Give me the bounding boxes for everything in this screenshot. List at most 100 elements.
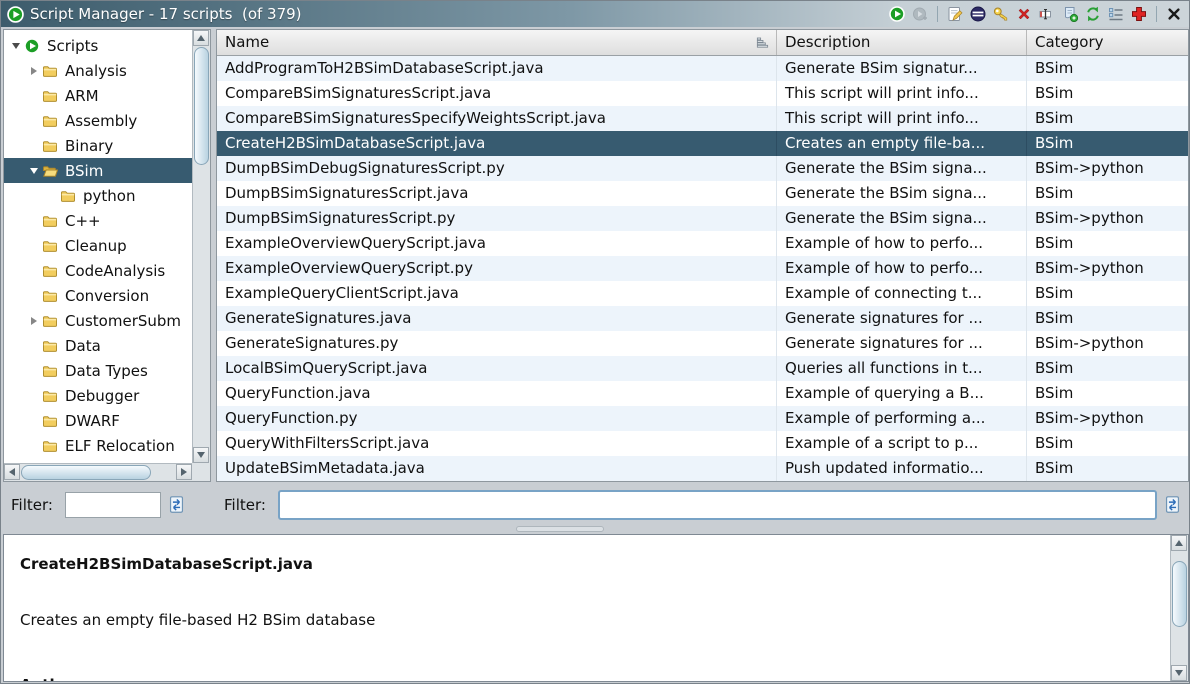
cell-description: Generate signatures for ... — [777, 331, 1027, 356]
cell-name: DumpBSimDebugSignaturesScript.py — [217, 156, 777, 181]
column-header-description[interactable]: Description — [777, 30, 1027, 55]
scroll-right-button[interactable] — [176, 464, 192, 480]
scroll-left-button[interactable] — [4, 464, 20, 480]
table-row-examplequeryclientscript-java[interactable]: ExampleQueryClientScript.javaExample of … — [217, 281, 1188, 306]
scroll-up-button[interactable] — [193, 30, 209, 46]
delete-script-icon[interactable] — [1015, 5, 1033, 23]
sort-ascending-icon — [755, 35, 770, 50]
table-row-updatebsimmetadata-java[interactable]: UpdateBSimMetadata.javaPush updated info… — [217, 456, 1188, 481]
table-row-dumpbsimsignaturesscript-java[interactable]: DumpBSimSignaturesScript.javaGenerate th… — [217, 181, 1188, 206]
table-row-dumpbsimdebugsignaturesscript-py[interactable]: DumpBSimDebugSignaturesScript.pyGenerate… — [217, 156, 1188, 181]
toolbar-separator — [1156, 6, 1157, 22]
table-row-generatesignatures-py[interactable]: GenerateSignatures.pyGenerate signatures… — [217, 331, 1188, 356]
cell-name: CompareBSimSignaturesScript.java — [217, 81, 777, 106]
tree-item-debugger[interactable]: Debugger — [4, 383, 192, 408]
tree-item-scripts[interactable]: Scripts — [4, 33, 192, 58]
folder-closed-icon — [42, 438, 60, 454]
tree-item-data-types[interactable]: Data Types — [4, 358, 192, 383]
tree-item-cleanup[interactable]: Cleanup — [4, 233, 192, 258]
titlebar: Script Manager - 17 scripts (of 379) — [1, 1, 1189, 27]
tree-horizontal-scrollbar[interactable] — [4, 463, 192, 481]
tree-item-dwarf[interactable]: DWARF — [4, 408, 192, 433]
column-header-name[interactable]: Name — [217, 30, 777, 55]
expand-expander-icon[interactable] — [26, 317, 41, 325]
cell-name: GenerateSignatures.java — [217, 306, 777, 331]
scripts-root-icon — [24, 38, 42, 54]
table-row-comparebsimsignaturesspecifyweightsscript-java[interactable]: CompareBSimSignaturesSpecifyWeightsScrip… — [217, 106, 1188, 131]
tree-item-assembly[interactable]: Assembly — [4, 108, 192, 133]
scroll-up-button[interactable] — [1171, 535, 1187, 551]
tree-vertical-scrollbar[interactable] — [192, 30, 210, 463]
column-header-label: Description — [785, 33, 870, 51]
tree-item-label: BSim — [65, 162, 103, 180]
table-row-generatesignatures-java[interactable]: GenerateSignatures.javaGenerate signatur… — [217, 306, 1188, 331]
tree-filter-input[interactable] — [65, 492, 161, 518]
tree-item-label: C++ — [65, 212, 101, 230]
details-vscroll-thumb[interactable] — [1172, 561, 1187, 627]
script-table-panel: Name Description Category AddProgramToH2… — [216, 29, 1189, 482]
cell-category: BSim — [1027, 231, 1188, 256]
tree-item-data[interactable]: Data — [4, 333, 192, 358]
folder-closed-icon — [42, 213, 60, 229]
table-row-dumpbsimsignaturesscript-py[interactable]: DumpBSimSignaturesScript.pyGenerate the … — [217, 206, 1188, 231]
tree-item-codeanalysis[interactable]: CodeAnalysis — [4, 258, 192, 283]
collapse-expander-icon[interactable] — [8, 43, 23, 49]
column-header-category[interactable]: Category — [1027, 30, 1188, 55]
table-row-addprogramtoh2bsimdatabasescript-java[interactable]: AddProgramToH2BSimDatabaseScript.javaGen… — [217, 56, 1188, 81]
tree-item-conversion[interactable]: Conversion — [4, 283, 192, 308]
filter-options-icon[interactable] — [167, 495, 187, 515]
tree-item-bsim[interactable]: BSim — [4, 158, 192, 183]
folder-closed-icon — [42, 313, 60, 329]
cell-description: Push updated informatio... — [777, 456, 1027, 481]
cell-description: Example of connecting t... — [777, 281, 1027, 306]
cell-name: QueryFunction.java — [217, 381, 777, 406]
close-icon[interactable] — [1165, 5, 1183, 23]
edit-script-icon[interactable] — [946, 5, 964, 23]
cell-name: QueryFunction.py — [217, 406, 777, 431]
cell-category: BSim->python — [1027, 256, 1188, 281]
cell-description: Generate BSim signatur... — [777, 56, 1027, 81]
cell-category: BSim — [1027, 356, 1188, 381]
eclipse-icon[interactable] — [969, 5, 987, 23]
cell-category: BSim — [1027, 381, 1188, 406]
tree-item-customersubm[interactable]: CustomerSubm — [4, 308, 192, 333]
tree-item-arm[interactable]: ARM — [4, 83, 192, 108]
filter-options-icon[interactable] — [1163, 495, 1183, 515]
tree-item-label: ELF Relocation — [65, 437, 175, 455]
details-vertical-scrollbar[interactable] — [1170, 535, 1188, 681]
cell-description: Example of performing a... — [777, 406, 1027, 431]
key-binding-icon[interactable] — [992, 5, 1010, 23]
rename-script-icon[interactable] — [1038, 5, 1056, 23]
script-directories-icon[interactable] — [1107, 5, 1125, 23]
table-row-exampleoverviewqueryscript-py[interactable]: ExampleOverviewQueryScript.pyExample of … — [217, 256, 1188, 281]
expand-expander-icon[interactable] — [26, 67, 41, 75]
tree-vscroll-thumb[interactable] — [194, 47, 209, 165]
refresh-icon[interactable] — [1084, 5, 1102, 23]
api-help-icon[interactable] — [1130, 5, 1148, 23]
run-script-icon[interactable] — [888, 5, 906, 23]
cell-description: Example of a script to p... — [777, 431, 1027, 456]
tree-item-c[interactable]: C++ — [4, 208, 192, 233]
table-row-comparebsimsignaturesscript-java[interactable]: CompareBSimSignaturesScript.javaThis scr… — [217, 81, 1188, 106]
table-row-querywithfiltersscript-java[interactable]: QueryWithFiltersScript.javaExample of a … — [217, 431, 1188, 456]
tree-item-elf-relocation[interactable]: ELF Relocation — [4, 433, 192, 458]
table-filter-input[interactable] — [278, 490, 1157, 520]
table-row-exampleoverviewqueryscript-java[interactable]: ExampleOverviewQueryScript.javaExample o… — [217, 231, 1188, 256]
tree-hscroll-thumb[interactable] — [21, 465, 151, 480]
scrollbar-corner — [192, 463, 210, 481]
collapse-expander-icon[interactable] — [26, 168, 41, 174]
tree-item-python[interactable]: python — [4, 183, 192, 208]
tree-item-analysis[interactable]: Analysis — [4, 58, 192, 83]
column-header-label: Category — [1035, 33, 1104, 51]
scroll-down-button[interactable] — [193, 447, 209, 463]
tree-item-label: Data Types — [65, 362, 148, 380]
table-row-queryfunction-py[interactable]: QueryFunction.pyExample of performing a.… — [217, 406, 1188, 431]
table-row-createh2bsimdatabasescript-java[interactable]: CreateH2BSimDatabaseScript.javaCreates a… — [217, 131, 1188, 156]
splitter-grip[interactable] — [516, 526, 604, 532]
new-script-icon[interactable] — [1061, 5, 1079, 23]
table-row-queryfunction-java[interactable]: QueryFunction.javaExample of querying a … — [217, 381, 1188, 406]
tree-item-binary[interactable]: Binary — [4, 133, 192, 158]
table-row-localbsimqueryscript-java[interactable]: LocalBSimQueryScript.javaQueries all fun… — [217, 356, 1188, 381]
script-manager-window: Script Manager - 17 scripts (of 379) Scr… — [0, 0, 1190, 684]
scroll-down-button[interactable] — [1171, 665, 1187, 681]
